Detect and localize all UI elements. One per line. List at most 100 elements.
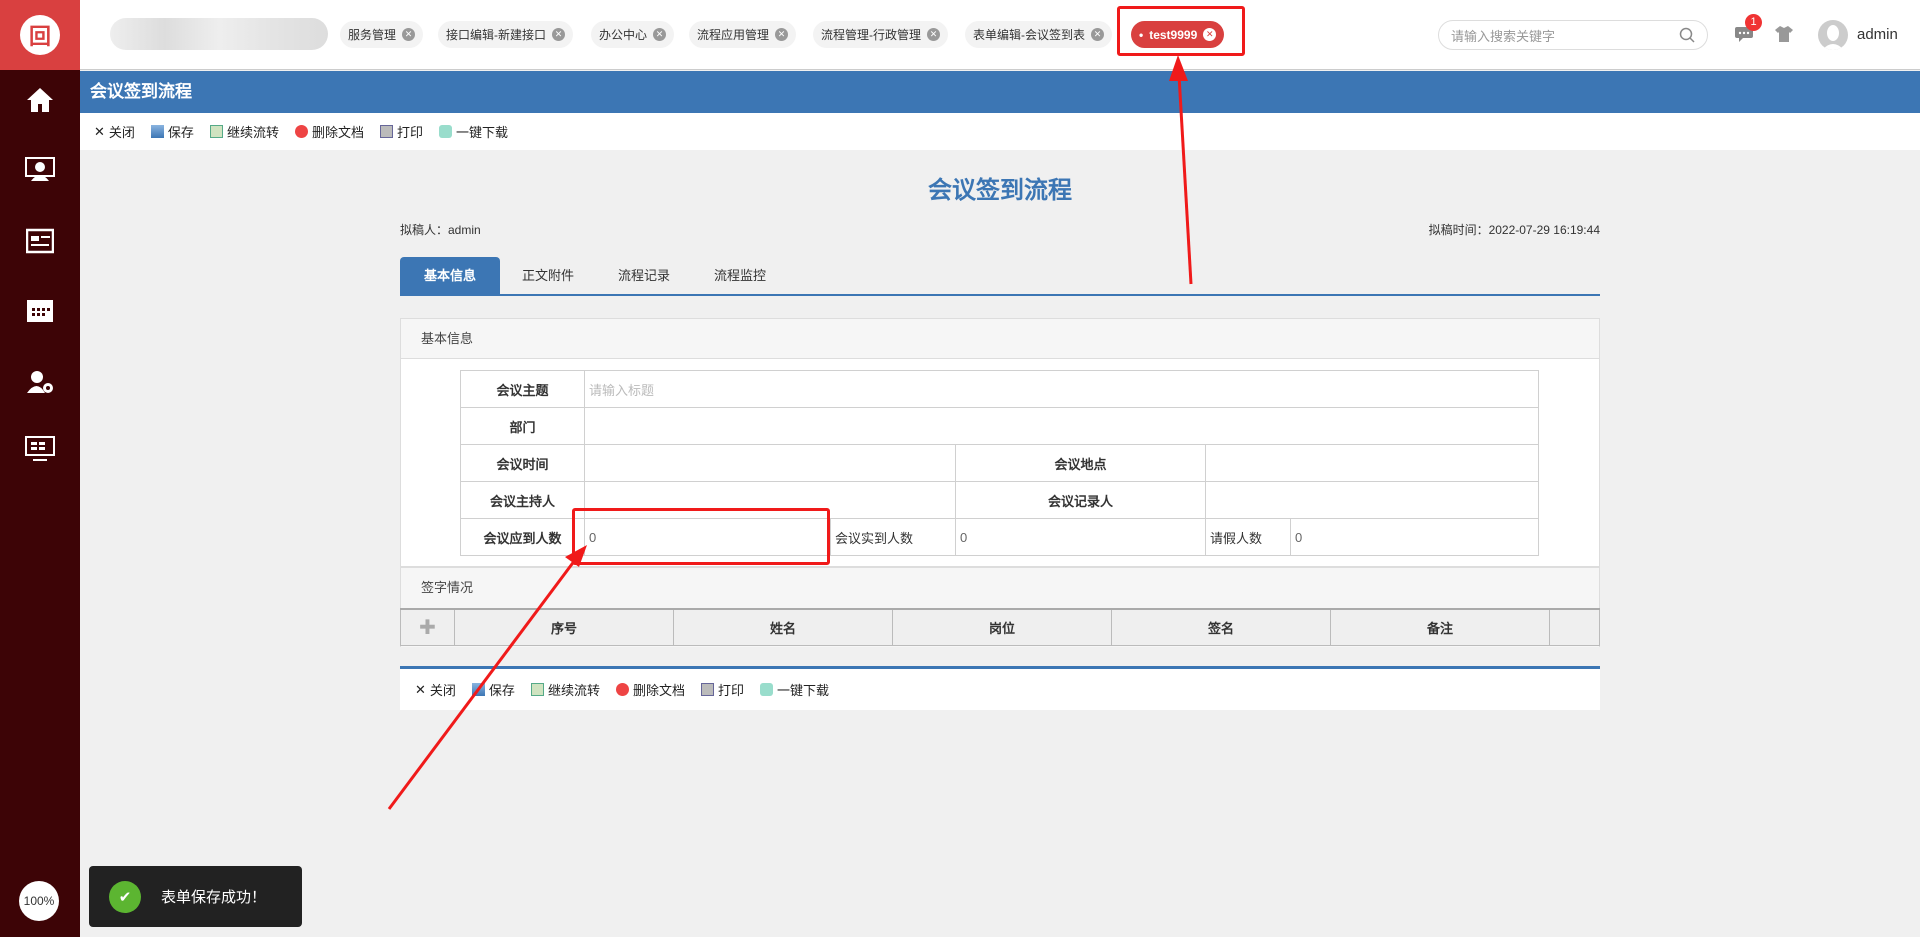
bottom-toolbar: ✕ 关闭 保存 继续流转 删除文档 打印 一键下载 (400, 666, 1600, 710)
forward-icon (530, 683, 544, 696)
label: 一键下载 (776, 683, 829, 698)
top-toolbar: ✕ 关闭 保存 继续流转 删除文档 打印 一键下载 (80, 113, 1920, 150)
column-header-blank (1549, 608, 1600, 646)
tab-label: 服务管理 (348, 28, 397, 42)
delete-icon (294, 125, 308, 138)
label: 删除文档 (632, 683, 685, 698)
meeting-place-input[interactable] (1205, 444, 1539, 482)
label: 保存 (167, 125, 194, 140)
close-icon[interactable]: ✕ (1091, 28, 1104, 41)
continue-flow-button[interactable]: 继续流转 (530, 680, 600, 699)
download-icon (438, 125, 452, 138)
skin-icon[interactable] (1775, 26, 1793, 45)
label: 会议记录人 (955, 481, 1206, 519)
blurred-tab[interactable] (110, 18, 328, 50)
column-header: 序号 (454, 608, 674, 646)
download-icon (759, 683, 773, 696)
meeting-icon[interactable] (20, 152, 60, 188)
form-tabs: 基本信息 正文附件 流程记录 流程监控 (400, 257, 1600, 296)
column-header: 岗位 (892, 608, 1112, 646)
label: 会议主持人 (460, 481, 585, 519)
drafter: 拟稿人：admin (400, 223, 481, 237)
tab-interface-edit[interactable]: 接口编辑-新建接口 ✕ (438, 21, 573, 48)
close-icon[interactable]: ✕ (927, 28, 940, 41)
label: 保存 (488, 683, 515, 698)
zoom-level-indicator[interactable]: 100% (19, 881, 59, 921)
app-logo[interactable]: 回 (0, 0, 80, 70)
save-button[interactable]: 保存 (150, 122, 194, 141)
home-icon[interactable] (20, 82, 60, 118)
download-all-button[interactable]: 一键下载 (438, 122, 508, 141)
close-button[interactable]: ✕ 关闭 (415, 680, 456, 699)
search-icon[interactable] (1679, 27, 1695, 43)
add-row-button[interactable]: ✚ (400, 608, 455, 646)
label: 部门 (460, 407, 585, 445)
username[interactable]: admin (1857, 26, 1898, 43)
check-icon: ✔ (109, 880, 141, 913)
column-header: 姓名 (673, 608, 893, 646)
recorder-input[interactable] (1205, 481, 1539, 519)
label: 会议实到人数 (830, 518, 956, 556)
logo-icon: 回 (20, 15, 60, 55)
meeting-time-input[interactable] (584, 444, 956, 482)
label: 会议主题 (460, 370, 585, 408)
subject-input[interactable]: 请输入标题 (584, 370, 1539, 408)
sidebar (0, 0, 80, 937)
continue-flow-button[interactable]: 继续流转 (209, 122, 279, 141)
delete-document-button[interactable]: 删除文档 (615, 680, 685, 699)
news-icon[interactable] (20, 223, 60, 259)
department-input[interactable] (584, 407, 1539, 445)
calendar-icon[interactable] (20, 292, 60, 328)
avatar[interactable] (1818, 20, 1848, 50)
tab-label: 流程管理-行政管理 (821, 28, 921, 42)
monitor-icon[interactable] (20, 431, 60, 467)
tab-process-app-management[interactable]: 流程应用管理 ✕ (689, 21, 797, 48)
tab-service-management[interactable]: 服务管理 ✕ (340, 21, 424, 48)
save-icon (150, 125, 164, 138)
label: 会议时间 (460, 444, 585, 482)
document-title: 会议签到流程 (928, 177, 1072, 204)
print-button[interactable]: 打印 (700, 680, 744, 699)
close-button[interactable]: ✕ 关闭 (94, 122, 135, 141)
label: 请假人数 (1205, 518, 1291, 556)
tab-flow-records[interactable]: 流程记录 (596, 257, 692, 294)
close-icon[interactable]: ✕ (775, 28, 789, 41)
label: 一键下载 (455, 125, 508, 140)
tab-label: 接口编辑-新建接口 (446, 28, 546, 42)
tab-form-edit[interactable]: 表单编辑-会议签到表 ✕ (965, 21, 1112, 48)
label: 会议应到人数 (460, 518, 585, 556)
forward-icon (209, 125, 223, 138)
actual-count-input[interactable]: 0 (955, 518, 1206, 556)
signature-grid: ✚ 序号 姓名 岗位 签名 备注 (400, 608, 1600, 646)
save-icon (471, 683, 485, 696)
tab-label: 表单编辑-会议签到表 (973, 28, 1085, 42)
tab-process-admin[interactable]: 流程管理-行政管理 ✕ (813, 21, 948, 48)
label: 关闭 (429, 683, 456, 698)
user-settings-icon[interactable] (20, 364, 60, 400)
tab-attachments[interactable]: 正文附件 (500, 257, 596, 294)
print-icon (379, 125, 393, 138)
label: 关闭 (108, 125, 135, 140)
tab-label: 办公中心 (599, 28, 648, 42)
tab-office-center[interactable]: 办公中心 ✕ (591, 21, 675, 48)
save-button[interactable]: 保存 (471, 680, 515, 699)
notification-badge: 1 (1745, 14, 1762, 31)
tab-basic-info[interactable]: 基本信息 (400, 257, 500, 294)
close-icon[interactable]: ✕ (653, 28, 667, 41)
label: 删除文档 (311, 125, 364, 140)
column-header: 签名 (1111, 608, 1331, 646)
leave-count-input[interactable]: 0 (1290, 518, 1539, 556)
delete-document-button[interactable]: 删除文档 (294, 122, 364, 141)
close-icon[interactable]: ✕ (552, 28, 565, 41)
print-button[interactable]: 打印 (379, 122, 423, 141)
close-icon: ✕ (415, 681, 426, 697)
delete-icon (615, 683, 629, 696)
column-header: 备注 (1330, 608, 1550, 646)
search-input[interactable]: 请输入搜索关键字 (1438, 20, 1708, 50)
close-icon[interactable]: ✕ (402, 28, 416, 41)
download-all-button[interactable]: 一键下载 (759, 680, 829, 699)
tab-flow-monitor[interactable]: 流程监控 (692, 257, 788, 294)
label: 会议地点 (955, 444, 1206, 482)
panel-heading: 签字情况 (401, 568, 1599, 608)
page-title-bar: 会议签到流程 (80, 71, 1920, 113)
